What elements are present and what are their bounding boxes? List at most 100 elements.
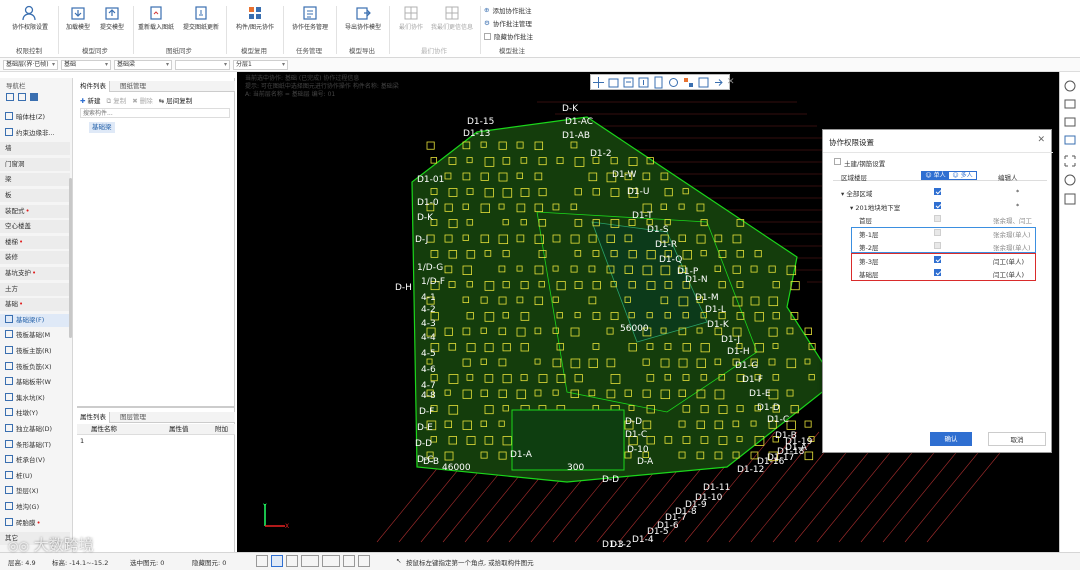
nav-item[interactable]: 约束边缘非...	[0, 127, 70, 140]
axis-label: D-E	[417, 423, 433, 433]
nav-item[interactable]: 门窗洞	[0, 157, 70, 171]
nav-item[interactable]: 条形基础(T)	[0, 439, 70, 452]
grid-view-icon[interactable]	[30, 93, 38, 101]
task-management-button[interactable]: 协作任务管理	[289, 3, 331, 41]
nav-item[interactable]: 墙	[0, 142, 70, 156]
nav-item[interactable]: 装修	[0, 251, 70, 265]
nav-item[interactable]: 集水坑(K)	[0, 392, 70, 405]
cancel-button[interactable]: 取消	[988, 432, 1046, 446]
sync-icon[interactable]	[622, 76, 635, 89]
latest-info-button[interactable]: 我最们更信信息	[429, 3, 475, 41]
floor-select[interactable]: 基础层(界·已帧)	[3, 60, 58, 70]
nav-item[interactable]: 桩承台(V)	[0, 454, 70, 467]
nav-item[interactable]: 垫层(X)	[0, 485, 70, 498]
floor-permission-checkbox[interactable]	[934, 201, 941, 209]
annotation-manage-button[interactable]: ⚙ 协作批注管理	[484, 18, 532, 28]
snap-rect-icon[interactable]	[271, 555, 283, 567]
civil-rebar-checkbox[interactable]	[834, 158, 841, 165]
layer-copy-button[interactable]: ⇆ 层间复制	[159, 95, 193, 106]
tree-view-icon[interactable]	[6, 93, 14, 101]
component-icon-small[interactable]	[682, 76, 695, 89]
floor-tree-row[interactable]: ▾ 全部区域 *	[833, 186, 1047, 198]
copy-button[interactable]: ⧉ 复制	[107, 95, 127, 106]
single-user-option[interactable]: ☺ 单人	[922, 172, 949, 179]
refresh-icon[interactable]	[667, 76, 680, 89]
multi-user-option[interactable]: ☺ 多人	[949, 172, 976, 179]
move-icon[interactable]	[592, 76, 605, 89]
nav-item[interactable]: 桩(U)	[0, 470, 70, 483]
notes-icon[interactable]	[1064, 193, 1076, 205]
dialog-table-header: 区域楼层 ☺ 单人 ☺ 多人 编辑人	[833, 170, 1047, 182]
view-3d-icon[interactable]	[1064, 80, 1076, 92]
layer-select[interactable]: 分层1	[233, 60, 288, 70]
component-select[interactable]	[175, 60, 230, 70]
nav-item[interactable]: 暗体柱(Z)	[0, 111, 70, 124]
nav-item[interactable]: 梁	[0, 173, 70, 187]
nav-item[interactable]: 筏板主筋(R)	[0, 345, 70, 358]
component-item[interactable]: 基础梁	[89, 122, 115, 133]
task-icon-small[interactable]	[697, 76, 710, 89]
nav-item[interactable]: 筏板负筋(X)	[0, 361, 70, 374]
snap-curve-icon[interactable]	[358, 555, 370, 567]
rotate-icon[interactable]	[1064, 174, 1076, 186]
snap-angle-icon[interactable]	[301, 555, 319, 567]
load-model-button[interactable]: 加载模型	[60, 3, 96, 41]
top-view-icon[interactable]	[1064, 117, 1076, 127]
floor-tree-row[interactable]: 首层 张余璟、闫工	[833, 213, 1047, 225]
add-annotation-button[interactable]: ⊕ 添加协作批注	[484, 5, 531, 15]
layer-icon[interactable]	[607, 76, 620, 89]
nav-item[interactable]: 基础板带(W	[0, 376, 70, 389]
component-search-input[interactable]	[80, 108, 230, 118]
export-model-button[interactable]: 导出协作模型	[342, 3, 384, 41]
drawing-icon[interactable]	[652, 76, 665, 89]
permission-settings-button[interactable]: 协作权限设置	[11, 3, 49, 41]
fullscreen-icon[interactable]	[1064, 155, 1076, 167]
floor-tree-row[interactable]: ▾ 201地块地下室 *	[833, 200, 1047, 212]
floor-permission-checkbox[interactable]	[934, 215, 941, 222]
nav-scrollbar[interactable]	[69, 178, 72, 338]
nav-item[interactable]: 基坑支护•	[0, 267, 70, 280]
close-icon[interactable]: ✕	[1037, 135, 1045, 145]
latest-collab-button[interactable]: 最们协作	[393, 3, 429, 41]
nav-item[interactable]: 基础•	[0, 298, 70, 312]
tab-component-list[interactable]: 构件列表	[77, 81, 110, 92]
nav-item[interactable]: 空心楼盖	[0, 220, 70, 234]
submit-drawing-update-button[interactable]: 提交图纸更新	[179, 3, 223, 41]
export-icon-small[interactable]	[712, 76, 725, 89]
hide-annotation-checkbox[interactable]: 隐藏协作批注	[484, 31, 533, 41]
submit-model-button[interactable]: 提交模型	[94, 3, 130, 41]
new-button[interactable]: ✚ 新建	[80, 95, 101, 106]
add-annotation-icon: ⊕	[484, 6, 490, 14]
nav-item[interactable]: 板	[0, 189, 70, 202]
floor-permission-checkbox[interactable]	[934, 188, 941, 195]
close-toolbar-icon[interactable]: ✕	[727, 76, 735, 89]
layer-view-icon[interactable]	[1064, 99, 1076, 109]
nav-item[interactable]: 装配式•	[0, 204, 70, 218]
confirm-button[interactable]: 确认	[930, 432, 972, 446]
nav-item[interactable]: 砖胎膜•	[0, 517, 70, 530]
snap-cross-icon[interactable]	[286, 555, 298, 567]
component-collab-button[interactable]: 构件/图元协作	[232, 3, 278, 41]
snap-grid-icon[interactable]	[343, 555, 355, 567]
nav-item[interactable]: 基础梁(F)	[0, 313, 70, 327]
splitter[interactable]	[77, 406, 235, 408]
nav-item[interactable]: 独立基础(D)	[0, 423, 70, 436]
list-view-icon[interactable]	[18, 93, 26, 101]
snap-endpoint-icon[interactable]	[256, 555, 268, 567]
nav-item[interactable]: 地沟(G)	[0, 501, 70, 514]
tab-property-list[interactable]: 属性列表	[77, 412, 110, 423]
tab-drawing-management[interactable]: 图纸管理	[117, 81, 149, 92]
category-select[interactable]: 基础	[61, 60, 111, 70]
floor-name: ▾ 全部区域	[841, 190, 873, 198]
component-type-select[interactable]: 基础梁	[114, 60, 172, 70]
nav-item[interactable]: 柱墩(Y)	[0, 407, 70, 420]
nav-item[interactable]: 土方	[0, 282, 70, 296]
nav-item[interactable]: 楼梯•	[0, 235, 70, 249]
cube-icon[interactable]	[1064, 135, 1076, 145]
reload-drawing-button[interactable]: 重新载入图纸	[135, 3, 177, 41]
delete-button[interactable]: ✖ 删除	[132, 95, 153, 106]
nav-item[interactable]: 筏板基础(M	[0, 329, 70, 342]
snap-offset-icon[interactable]	[322, 555, 340, 567]
upload-icon[interactable]	[637, 76, 650, 89]
tab-layer-management[interactable]: 图层管理	[117, 412, 149, 423]
